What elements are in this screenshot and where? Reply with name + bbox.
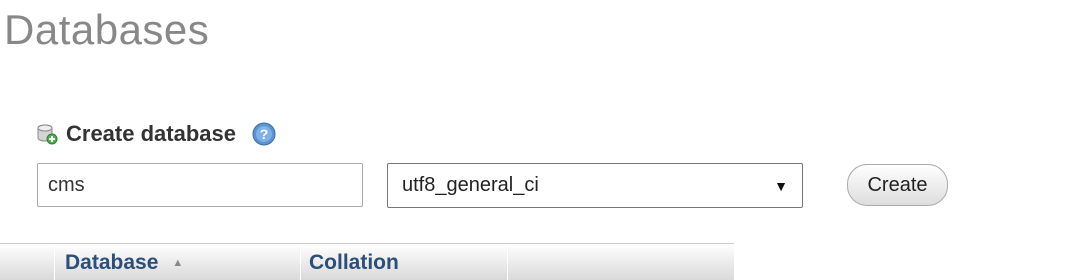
collation-select[interactable]: utf8_general_ci ▼ [387,163,803,208]
chevron-down-icon: ▼ [774,177,788,194]
column-header-collation[interactable]: Collation [301,244,508,280]
database-name-input[interactable] [37,163,363,207]
create-button[interactable]: Create [847,164,948,206]
sort-ascending-icon: ▲ [172,256,184,269]
database-add-icon [36,123,58,145]
page-title: Databases [4,6,210,53]
collation-selected-value: utf8_general_ci [402,174,539,196]
svg-text:?: ? [260,126,269,142]
databases-table-header: Database ▲ Collation [0,243,734,280]
create-database-header: Create database ? [36,120,276,148]
databases-page: Databases Create database ? utf8_general… [0,0,1080,280]
column-header-select [0,244,55,280]
help-icon[interactable]: ? [252,122,276,146]
create-database-label: Create database [66,121,236,146]
column-header-empty [508,244,734,280]
column-header-database[interactable]: Database ▲ [55,244,301,280]
column-header-collation-label: Collation [309,250,399,274]
column-header-database-label: Database [65,250,159,274]
